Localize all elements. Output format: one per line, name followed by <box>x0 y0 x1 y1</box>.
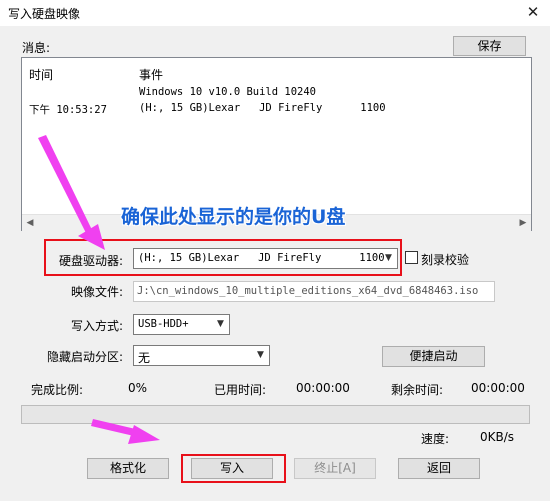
arrow-to-write-head <box>128 425 160 444</box>
annotation-arrows <box>38 135 160 444</box>
arrow-to-drive-head <box>78 224 105 250</box>
arrow-to-drive-shaft <box>38 135 93 235</box>
